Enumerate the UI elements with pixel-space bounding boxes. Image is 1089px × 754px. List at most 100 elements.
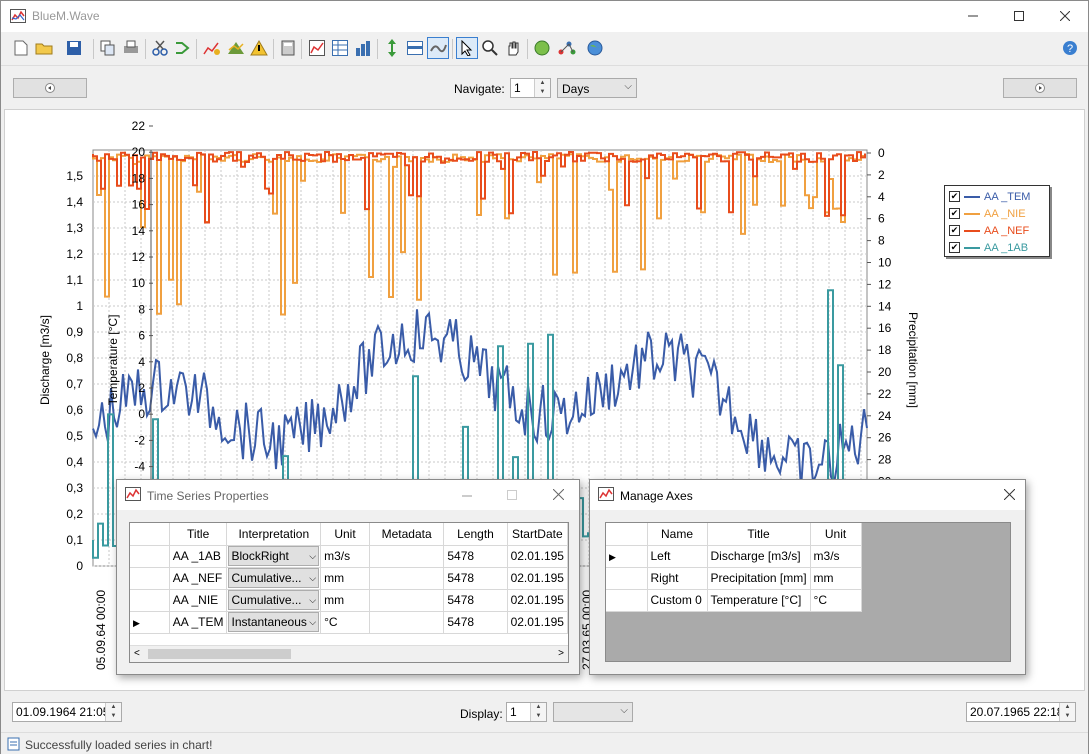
minimize-button[interactable] xyxy=(462,491,472,501)
save-icon[interactable] xyxy=(63,37,85,59)
zoom-icon[interactable] xyxy=(479,37,501,59)
table-row[interactable]: ▶ AA _TEM Instantaneous ⌵ °C 5478 02.01.195 xyxy=(130,611,568,634)
title-cell[interactable]: AA _NEF xyxy=(169,567,228,590)
navigate-stepper[interactable]: 1 ▲ ▼ xyxy=(510,78,551,98)
log-icon[interactable] xyxy=(7,737,21,751)
metadata-cell[interactable] xyxy=(369,567,445,590)
axis-name-cell[interactable]: Left xyxy=(647,545,708,568)
unit-cell[interactable]: °C xyxy=(320,611,370,634)
legend-item[interactable]: ✔ AA _NEF xyxy=(949,222,1045,239)
vertical-arrows-icon[interactable] xyxy=(381,37,403,59)
table-row[interactable]: AA _1AB BlockRight ⌵ m3/s 5478 02.01.195 xyxy=(130,545,568,568)
spin-up-icon[interactable]: ▲ xyxy=(535,79,550,88)
spin-up-icon[interactable]: ▲ xyxy=(1060,703,1075,712)
column-header[interactable]: Title xyxy=(169,523,228,546)
scroll-left-icon[interactable]: < xyxy=(134,648,140,659)
pan-hand-icon[interactable] xyxy=(502,37,524,59)
table-icon[interactable] xyxy=(329,37,351,59)
start-date-picker[interactable]: 01.09.1964 21:05 ▲ ▼ xyxy=(12,702,122,722)
checkbox-checked-icon[interactable]: ✔ xyxy=(949,225,960,236)
close-button[interactable] xyxy=(1004,489,1015,500)
horizontal-scrollbar[interactable]: < > xyxy=(130,645,568,662)
column-header[interactable]: Interpretation xyxy=(226,523,322,546)
interpretation-select[interactable]: Instantaneous ⌵ xyxy=(228,612,320,632)
metadata-cell[interactable] xyxy=(369,545,445,568)
warning-icon[interactable] xyxy=(248,37,270,59)
unit-cell[interactable]: m3/s xyxy=(320,545,370,568)
merge-icon[interactable] xyxy=(172,37,194,59)
startdate-cell[interactable]: 02.01.195 xyxy=(507,589,568,612)
pointer-icon[interactable] xyxy=(456,37,478,59)
title-cell[interactable]: AA _TEM xyxy=(169,611,228,634)
column-header[interactable]: StartDate xyxy=(507,523,568,546)
startdate-cell[interactable]: 02.01.195 xyxy=(507,567,568,590)
open-icon[interactable] xyxy=(34,37,56,59)
axis-title-cell[interactable]: Discharge [m3/s] xyxy=(707,545,811,568)
chart-add-icon[interactable] xyxy=(225,37,247,59)
horizontal-bar-icon[interactable] xyxy=(404,37,426,59)
legend-item[interactable]: ✔ AA _NIE xyxy=(949,205,1045,222)
startdate-cell[interactable]: 02.01.195 xyxy=(507,545,568,568)
length-cell[interactable]: 5478 xyxy=(443,611,508,634)
chart-edit-icon[interactable] xyxy=(201,37,223,59)
navigate-back-button[interactable] xyxy=(13,78,87,98)
spin-down-icon[interactable]: ▼ xyxy=(1060,712,1075,721)
refresh-icon[interactable] xyxy=(531,37,553,59)
print-icon[interactable] xyxy=(120,37,142,59)
close-button[interactable] xyxy=(1042,1,1088,31)
axis-title-cell[interactable]: Temperature [°C] xyxy=(707,589,811,612)
cut-icon[interactable] xyxy=(149,37,171,59)
spin-up-icon[interactable]: ▲ xyxy=(531,703,546,712)
axis-name-cell[interactable]: Right xyxy=(647,567,708,590)
interpretation-select[interactable]: Cumulative... ⌵ xyxy=(228,590,320,610)
maximize-button[interactable] xyxy=(996,1,1042,31)
unit-cell[interactable]: mm xyxy=(320,567,370,590)
column-header[interactable]: Title xyxy=(707,523,811,546)
spin-down-icon[interactable]: ▼ xyxy=(531,712,546,721)
minimize-button[interactable] xyxy=(950,1,996,31)
table-row[interactable]: ▶ Left Discharge [m3/s] m3/s xyxy=(606,545,862,568)
copy-icon[interactable] xyxy=(97,37,119,59)
axis-unit-cell[interactable]: °C xyxy=(810,589,862,612)
length-cell[interactable]: 5478 xyxy=(443,589,508,612)
metadata-cell[interactable] xyxy=(369,611,445,634)
table-row[interactable]: AA _NEF Cumulative... ⌵ mm 5478 02.01.195 xyxy=(130,567,568,590)
length-cell[interactable]: 5478 xyxy=(443,545,508,568)
column-header[interactable]: Length xyxy=(443,523,508,546)
navigate-forward-button[interactable] xyxy=(1003,78,1077,98)
legend-item[interactable]: ✔ AA _TEM xyxy=(949,188,1045,205)
metadata-cell[interactable] xyxy=(369,589,445,612)
axis-title-cell[interactable]: Precipitation [mm] xyxy=(707,567,811,590)
interpretation-select[interactable]: Cumulative... ⌵ xyxy=(228,568,320,588)
spin-down-icon[interactable]: ▼ xyxy=(535,88,550,97)
navigate-unit-select[interactable]: Days ⌵ xyxy=(557,78,637,98)
end-date-picker[interactable]: 20.07.1965 22:18 ▲ ▼ xyxy=(966,702,1076,722)
table-row[interactable]: Right Precipitation [mm] mm xyxy=(606,567,862,590)
spin-down-icon[interactable]: ▼ xyxy=(106,712,121,721)
maximize-button[interactable] xyxy=(507,490,517,500)
globe-icon[interactable] xyxy=(584,37,606,59)
chart-properties-icon[interactable] xyxy=(306,37,328,59)
display-stepper[interactable]: 1 ▲ ▼ xyxy=(506,702,547,722)
column-header[interactable]: Unit xyxy=(320,523,370,546)
help-icon[interactable]: ? xyxy=(1059,37,1081,59)
checkbox-checked-icon[interactable]: ✔ xyxy=(949,208,960,219)
column-header[interactable]: Unit xyxy=(810,523,862,546)
calculator-icon[interactable] xyxy=(277,37,299,59)
axis-name-cell[interactable]: Custom 0 xyxy=(647,589,708,612)
network-icon[interactable] xyxy=(557,37,579,59)
length-cell[interactable]: 5478 xyxy=(443,567,508,590)
close-button[interactable] xyxy=(553,489,564,500)
axis-unit-cell[interactable]: mm xyxy=(810,567,862,590)
magic-icon[interactable] xyxy=(427,37,449,59)
checkbox-checked-icon[interactable]: ✔ xyxy=(949,242,960,253)
spin-up-icon[interactable]: ▲ xyxy=(106,703,121,712)
interpretation-select[interactable]: BlockRight ⌵ xyxy=(228,546,320,566)
checkbox-checked-icon[interactable]: ✔ xyxy=(949,191,960,202)
new-icon[interactable] xyxy=(10,37,32,59)
bar-chart-icon[interactable] xyxy=(352,37,374,59)
legend-item[interactable]: ✔ AA _1AB xyxy=(949,239,1045,256)
column-header[interactable]: Name xyxy=(647,523,708,546)
table-row[interactable]: AA _NIE Cumulative... ⌵ mm 5478 02.01.195 xyxy=(130,589,568,612)
scrollbar-thumb[interactable] xyxy=(148,649,291,659)
